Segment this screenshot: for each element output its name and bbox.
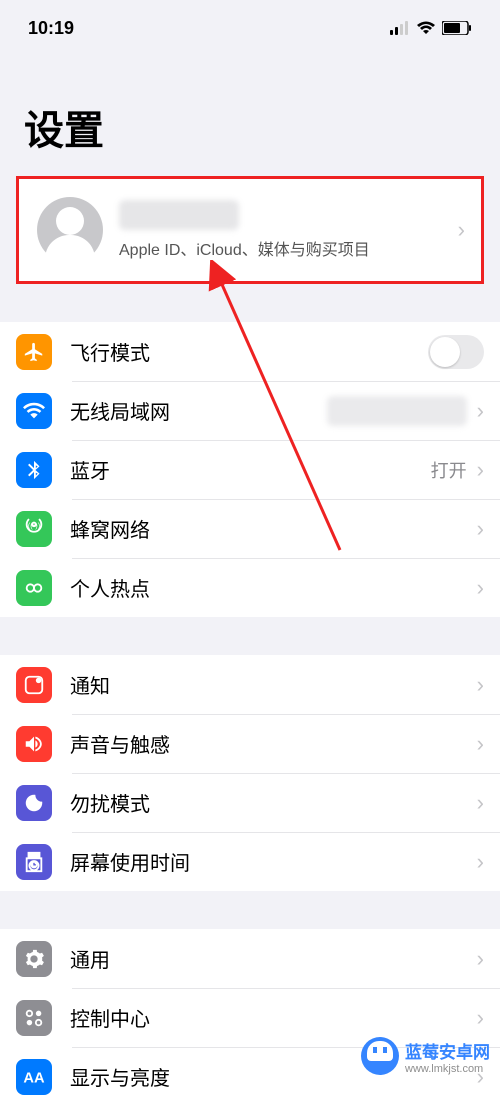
chevron-right-icon: ›: [477, 457, 484, 483]
bluetooth-value: 打开: [431, 457, 467, 483]
svg-text:((•)): ((•)): [28, 521, 40, 530]
row-label: 通知: [70, 670, 477, 699]
row-notifications[interactable]: 通知 ›: [0, 655, 500, 714]
chevron-right-icon: ›: [477, 731, 484, 757]
chevron-right-icon: ›: [477, 575, 484, 601]
apple-id-row[interactable]: Apple ID、iCloud、媒体与购买项目 ›: [16, 176, 484, 284]
notifications-icon: [16, 667, 52, 703]
status-time: 10:19: [28, 18, 74, 39]
row-cellular[interactable]: ((•)) 蜂窝网络 ›: [0, 499, 500, 558]
profile-name-redacted: [119, 200, 239, 230]
row-screentime[interactable]: 屏幕使用时间 ›: [0, 832, 500, 891]
row-label: 蜂窝网络: [70, 514, 477, 543]
row-label: 个人热点: [70, 573, 477, 602]
airplane-icon: [16, 334, 52, 370]
display-icon: AA: [16, 1059, 52, 1095]
chevron-right-icon: ›: [477, 672, 484, 698]
row-sounds[interactable]: 声音与触感 ›: [0, 714, 500, 773]
watermark: 蓝莓安卓网 www.lmkjst.com: [361, 1037, 490, 1075]
sounds-icon: [16, 726, 52, 762]
watermark-brand: 蓝莓安卓网: [405, 1038, 490, 1063]
row-bluetooth[interactable]: 蓝牙 打开 ›: [0, 440, 500, 499]
settings-group-general: 通用 › 控制中心 › AA 显示与亮度 ›: [0, 929, 500, 1106]
row-general[interactable]: 通用 ›: [0, 929, 500, 988]
row-label: 蓝牙: [70, 455, 431, 484]
row-label: 声音与触感: [70, 729, 477, 758]
wifi-value-redacted: [327, 396, 467, 426]
wifi-icon: [416, 21, 436, 35]
chevron-right-icon: ›: [477, 1005, 484, 1031]
screentime-icon: [16, 844, 52, 880]
row-dnd[interactable]: 勿扰模式 ›: [0, 773, 500, 832]
chevron-right-icon: ›: [458, 217, 465, 243]
dnd-icon: [16, 785, 52, 821]
row-airplane-mode[interactable]: 飞行模式: [0, 322, 500, 381]
row-label: 勿扰模式: [70, 788, 477, 817]
cellular-icon: ((•)): [16, 511, 52, 547]
avatar: [37, 197, 103, 263]
row-label: 飞行模式: [70, 337, 428, 366]
chevron-right-icon: ›: [477, 849, 484, 875]
settings-group-connectivity: 飞行模式 无线局域网 › 蓝牙 打开 › ((•)) 蜂窝网络 › 个人热点 ›: [0, 322, 500, 617]
row-label: 屏幕使用时间: [70, 847, 477, 876]
signal-icon: [390, 21, 410, 35]
profile-subtitle: Apple ID、iCloud、媒体与购买项目: [119, 236, 458, 260]
chevron-right-icon: ›: [477, 516, 484, 542]
row-label: 无线局域网: [70, 396, 327, 425]
page-title: 设置: [0, 48, 500, 176]
row-label: 控制中心: [70, 1003, 477, 1032]
general-icon: [16, 941, 52, 977]
chevron-right-icon: ›: [477, 790, 484, 816]
battery-icon: [442, 21, 472, 35]
airplane-toggle[interactable]: [428, 335, 484, 369]
control-center-icon: [16, 1000, 52, 1036]
status-bar: 10:19: [0, 0, 500, 48]
row-label: 通用: [70, 944, 477, 973]
chevron-right-icon: ›: [477, 398, 484, 424]
wifi-icon: [16, 393, 52, 429]
bluetooth-icon: [16, 452, 52, 488]
chevron-right-icon: ›: [477, 946, 484, 972]
watermark-url: www.lmkjst.com: [405, 1063, 490, 1075]
row-wifi[interactable]: 无线局域网 ›: [0, 381, 500, 440]
row-hotspot[interactable]: 个人热点 ›: [0, 558, 500, 617]
settings-group-notifications: 通知 › 声音与触感 › 勿扰模式 › 屏幕使用时间 ›: [0, 655, 500, 891]
hotspot-icon: [16, 570, 52, 606]
svg-text:AA: AA: [23, 1070, 45, 1086]
status-indicators: [390, 21, 472, 35]
watermark-logo-icon: [361, 1037, 399, 1075]
